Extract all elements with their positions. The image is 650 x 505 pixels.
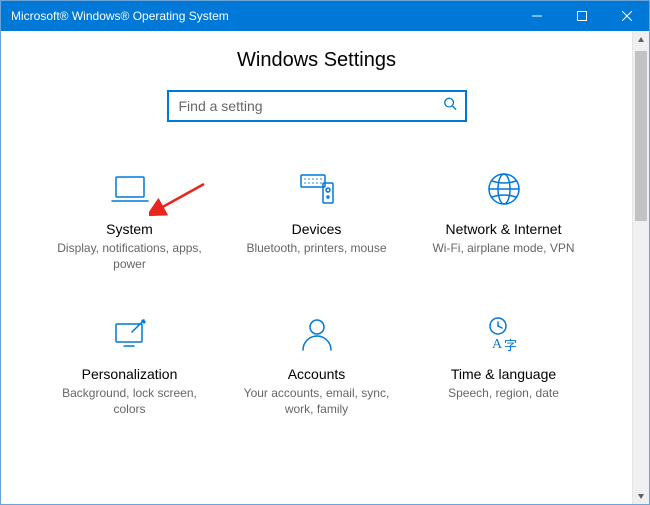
settings-grid: System Display, notifications, apps, pow… (31, 162, 602, 462)
tile-devices[interactable]: Devices Bluetooth, printers, mouse (228, 162, 405, 277)
tile-title: Devices (292, 221, 342, 237)
tile-time-language[interactable]: A 字 Time & language Speech, region, date (415, 307, 592, 422)
tile-system[interactable]: System Display, notifications, apps, pow… (41, 162, 218, 277)
maximize-button[interactable] (559, 1, 604, 31)
tile-desc: Bluetooth, printers, mouse (246, 241, 386, 257)
search-icon (443, 97, 457, 116)
tile-accounts[interactable]: Accounts Your accounts, email, sync, wor… (228, 307, 405, 422)
window-title: Microsoft® Windows® Operating System (1, 9, 514, 23)
svg-text:字: 字 (504, 338, 517, 353)
content: Windows Settings System Display, notific… (1, 31, 632, 504)
tile-title: Personalization (82, 366, 178, 382)
vertical-scrollbar[interactable] (632, 31, 649, 504)
search-input[interactable] (169, 92, 465, 120)
time-language-icon: A 字 (482, 312, 526, 356)
tile-desc: Speech, region, date (448, 386, 559, 402)
close-button[interactable] (604, 1, 649, 31)
globe-icon (482, 167, 526, 211)
tile-title: Network & Internet (446, 221, 562, 237)
tile-desc: Display, notifications, apps, power (50, 241, 210, 272)
tile-title: System (106, 221, 153, 237)
app-window: Microsoft® Windows® Operating System Win… (0, 0, 650, 505)
tile-personalization[interactable]: Personalization Background, lock screen,… (41, 307, 218, 422)
svg-text:A: A (492, 337, 503, 352)
minimize-button[interactable] (514, 1, 559, 31)
search-box[interactable] (167, 90, 467, 122)
system-icon (108, 167, 152, 211)
tile-desc: Wi-Fi, airplane mode, VPN (432, 241, 574, 257)
tile-desc: Your accounts, email, sync, work, family (237, 386, 397, 417)
page-title: Windows Settings (31, 49, 602, 72)
content-wrap: Windows Settings System Display, notific… (1, 31, 649, 504)
tile-desc: Background, lock screen, colors (50, 386, 210, 417)
accounts-icon (295, 312, 339, 356)
scroll-down-arrow-icon[interactable] (633, 487, 649, 504)
tile-title: Time & language (451, 366, 556, 382)
personalization-icon (108, 312, 152, 356)
tile-title: Accounts (288, 366, 346, 382)
scroll-up-arrow-icon[interactable] (633, 31, 649, 48)
titlebar: Microsoft® Windows® Operating System (1, 1, 649, 31)
tile-network[interactable]: Network & Internet Wi-Fi, airplane mode,… (415, 162, 592, 277)
devices-icon (295, 167, 339, 211)
scrollbar-thumb[interactable] (635, 51, 647, 221)
window-controls (514, 1, 649, 31)
